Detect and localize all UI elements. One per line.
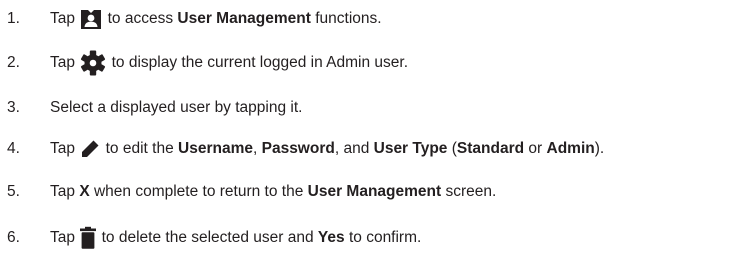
step-5: 5. Tap X when complete to return to the …: [0, 177, 747, 207]
step-text: Tap to delete the selected user and Yes …: [50, 226, 421, 250]
step-number: 6.: [7, 229, 20, 246]
gear-icon: [79, 50, 107, 76]
step-text-segment: (: [447, 140, 457, 157]
instruction-list: 1. Tap to access User Management functio…: [0, 0, 747, 265]
step-text-bold: X: [79, 183, 90, 200]
step-text-segment: ,: [252, 140, 262, 157]
step-text: Tap to display the current logged in Adm…: [50, 50, 408, 76]
step-text: Tap to edit the Username , Password , an…: [50, 138, 604, 160]
step-text-segment: Tap: [50, 183, 80, 200]
step-number: 1.: [7, 10, 20, 27]
step-text: Tap to access User Management functions.: [50, 7, 382, 31]
step-text-segment: to edit the: [101, 140, 179, 157]
step-text-segment: to delete the selected user and: [97, 229, 318, 246]
step-number: 3.: [7, 99, 20, 116]
step-text-segment: Select a displayed user by tapping it.: [50, 99, 303, 116]
step-number: 4.: [7, 140, 20, 157]
step-text-bold: User Type: [373, 140, 448, 157]
step-text-bold: Standard: [456, 140, 525, 157]
step-text-segment: functions.: [310, 10, 382, 27]
step-text-segment: to confirm.: [344, 229, 422, 246]
step-number: 5.: [7, 183, 20, 200]
step-text-bold: Yes: [317, 229, 345, 246]
step-4: 4. Tap to edit the Username , Password ,…: [0, 134, 747, 164]
step-number: 2.: [7, 54, 20, 71]
step-6: 6. Tap to delete the selected user and Y…: [0, 223, 747, 253]
step-3: 3. Select a displayed user by tapping it…: [0, 93, 747, 123]
step-text-bold: Password: [261, 140, 335, 157]
step-text-segment: to access: [103, 10, 178, 27]
step-text-bold: Admin: [546, 140, 595, 157]
step-text-bold: Username: [178, 140, 253, 157]
step-text-segment: to display the current logged in Admin u…: [107, 54, 409, 71]
step-text-segment: Tap: [50, 10, 80, 27]
step-text-segment: Tap: [50, 140, 80, 157]
step-2: 2. Tap to display the current logged in …: [0, 48, 747, 78]
pencil-icon: [79, 138, 101, 160]
step-text-bold: User Management: [307, 183, 442, 200]
step-text-bold: User Management: [177, 10, 311, 27]
step-text-segment: , and: [334, 140, 374, 157]
step-1: 1. Tap to access User Management functio…: [0, 4, 747, 34]
step-text: Select a displayed user by tapping it.: [50, 99, 302, 117]
trash-icon: [79, 226, 97, 250]
step-text-segment: screen.: [441, 183, 497, 200]
step-text-segment: when complete to return to the: [89, 183, 308, 200]
user-badge-icon: [79, 7, 103, 31]
step-text: Tap X when complete to return to the Use…: [50, 183, 496, 201]
step-text-segment: Tap: [50, 229, 80, 246]
step-text-segment: Tap: [50, 54, 80, 71]
step-text-segment: ).: [594, 140, 605, 157]
step-text-segment: or: [524, 140, 547, 157]
